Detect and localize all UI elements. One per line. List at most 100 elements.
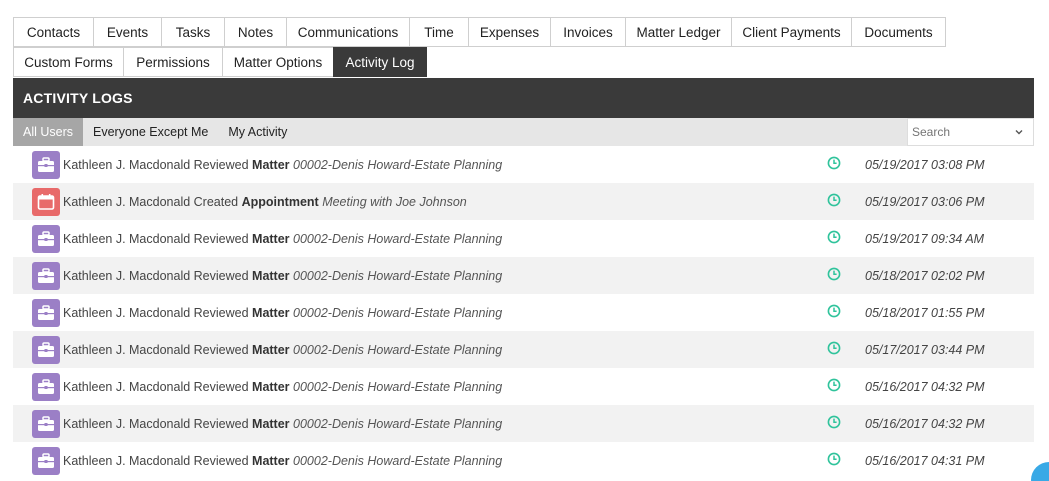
- log-user: Kathleen J. Macdonald: [63, 416, 191, 431]
- briefcase-icon: [32, 373, 60, 401]
- chevron-down-icon: [1015, 130, 1022, 135]
- log-entity-detail[interactable]: 00002-Denis Howard-Estate Planning: [293, 343, 502, 357]
- log-action: Reviewed: [193, 268, 249, 283]
- filter-my-activity[interactable]: My Activity: [218, 118, 297, 146]
- log-row[interactable]: Kathleen J. Macdonald Reviewed Matter 00…: [13, 257, 1034, 294]
- log-action: Reviewed: [193, 416, 249, 431]
- log-entity-detail[interactable]: 00002-Denis Howard-Estate Planning: [293, 417, 502, 431]
- log-timestamp: 05/18/2017 01:55 PM: [865, 305, 985, 320]
- log-timestamp: 05/19/2017 03:06 PM: [865, 194, 985, 209]
- log-description: Kathleen J. Macdonald Reviewed Matter 00…: [63, 306, 502, 320]
- log-action: Created: [193, 194, 239, 209]
- log-row[interactable]: Kathleen J. Macdonald Created Appointmen…: [13, 183, 1034, 220]
- panel-title: ACTIVITY LOGS: [13, 78, 1034, 118]
- tab-documents[interactable]: Documents: [851, 17, 946, 47]
- log-timestamp: 05/18/2017 02:02 PM: [865, 268, 985, 283]
- log-description: Kathleen J. Macdonald Reviewed Matter 00…: [63, 454, 502, 468]
- log-user: Kathleen J. Macdonald: [63, 194, 191, 209]
- log-timestamp: 05/19/2017 09:34 AM: [865, 231, 985, 246]
- clock-icon: [827, 193, 841, 210]
- log-entity-detail[interactable]: 00002-Denis Howard-Estate Planning: [293, 454, 502, 468]
- log-entity-detail[interactable]: 00002-Denis Howard-Estate Planning: [293, 158, 502, 172]
- log-entity-detail[interactable]: 00002-Denis Howard-Estate Planning: [293, 269, 502, 283]
- log-description: Kathleen J. Macdonald Reviewed Matter 00…: [63, 380, 502, 394]
- tab-custom-forms[interactable]: Custom Forms: [13, 47, 124, 77]
- log-entity-detail[interactable]: 00002-Denis Howard-Estate Planning: [293, 232, 502, 246]
- log-action: Reviewed: [193, 453, 249, 468]
- clock-icon: [827, 415, 841, 432]
- tab-contacts[interactable]: Contacts: [13, 17, 94, 47]
- tab-expenses[interactable]: Expenses: [468, 17, 551, 47]
- log-timestamp: 05/19/2017 03:08 PM: [865, 157, 985, 172]
- log-timestamp: 05/16/2017 04:32 PM: [865, 379, 985, 394]
- log-entity-detail[interactable]: Meeting with Joe Johnson: [322, 195, 467, 209]
- activity-log-list: Kathleen J. Macdonald Reviewed Matter 00…: [13, 146, 1034, 479]
- tab-time[interactable]: Time: [409, 17, 469, 47]
- log-entity-type: Matter: [252, 305, 290, 320]
- clock-icon: [827, 341, 841, 358]
- filter-everyone-except-me[interactable]: Everyone Except Me: [83, 118, 218, 146]
- tab-matter-options[interactable]: Matter Options: [222, 47, 334, 77]
- log-timestamp: 05/16/2017 04:31 PM: [865, 453, 985, 468]
- log-row[interactable]: Kathleen J. Macdonald Reviewed Matter 00…: [13, 294, 1034, 331]
- tab-activity-log[interactable]: Activity Log: [333, 47, 427, 77]
- briefcase-icon: [32, 299, 60, 327]
- briefcase-icon: [32, 225, 60, 253]
- tab-bar-primary: Contacts Events Tasks Notes Communicatio…: [13, 17, 946, 47]
- tab-invoices[interactable]: Invoices: [550, 17, 626, 47]
- clock-icon: [827, 378, 841, 395]
- log-row[interactable]: Kathleen J. Macdonald Reviewed Matter 00…: [13, 405, 1034, 442]
- log-row[interactable]: Kathleen J. Macdonald Reviewed Matter 00…: [13, 331, 1034, 368]
- calendar-icon: [32, 188, 60, 216]
- log-description: Kathleen J. Macdonald Created Appointmen…: [63, 195, 467, 209]
- tab-bar-secondary: Custom Forms Permissions Matter Options …: [13, 47, 427, 77]
- tab-permissions[interactable]: Permissions: [123, 47, 223, 77]
- log-entity-type: Matter: [252, 342, 290, 357]
- log-action: Reviewed: [193, 342, 249, 357]
- clock-icon: [827, 156, 841, 173]
- log-user: Kathleen J. Macdonald: [63, 268, 191, 283]
- tab-communications[interactable]: Communications: [286, 17, 410, 47]
- clock-icon: [827, 304, 841, 321]
- log-row[interactable]: Kathleen J. Macdonald Reviewed Matter 00…: [13, 442, 1034, 479]
- log-description: Kathleen J. Macdonald Reviewed Matter 00…: [63, 158, 502, 172]
- log-description: Kathleen J. Macdonald Reviewed Matter 00…: [63, 343, 502, 357]
- log-description: Kathleen J. Macdonald Reviewed Matter 00…: [63, 232, 502, 246]
- briefcase-icon: [32, 447, 60, 475]
- log-action: Reviewed: [193, 157, 249, 172]
- log-action: Reviewed: [193, 379, 249, 394]
- tab-matter-ledger[interactable]: Matter Ledger: [625, 17, 732, 47]
- log-entity-type: Matter: [252, 268, 290, 283]
- log-entity-type: Matter: [252, 157, 290, 172]
- log-entity-type: Matter: [252, 453, 290, 468]
- log-entity-type: Matter: [252, 231, 290, 246]
- briefcase-icon: [32, 410, 60, 438]
- log-action: Reviewed: [193, 231, 249, 246]
- log-timestamp: 05/17/2017 03:44 PM: [865, 342, 985, 357]
- clock-icon: [827, 452, 841, 469]
- search-input[interactable]: [907, 118, 1005, 146]
- log-entity-type: Appointment: [241, 194, 319, 209]
- tab-notes[interactable]: Notes: [224, 17, 287, 47]
- clock-icon: [827, 267, 841, 284]
- log-row[interactable]: Kathleen J. Macdonald Reviewed Matter 00…: [13, 220, 1034, 257]
- log-user: Kathleen J. Macdonald: [63, 305, 191, 320]
- log-description: Kathleen J. Macdonald Reviewed Matter 00…: [63, 417, 502, 431]
- filter-bar: All Users Everyone Except Me My Activity: [13, 118, 1034, 146]
- filter-all-users[interactable]: All Users: [13, 118, 84, 146]
- briefcase-icon: [32, 262, 60, 290]
- search-dropdown-toggle[interactable]: [1004, 118, 1034, 146]
- log-user: Kathleen J. Macdonald: [63, 342, 191, 357]
- clock-icon: [827, 230, 841, 247]
- log-row[interactable]: Kathleen J. Macdonald Reviewed Matter 00…: [13, 146, 1034, 183]
- log-action: Reviewed: [193, 305, 249, 320]
- log-user: Kathleen J. Macdonald: [63, 379, 191, 394]
- log-timestamp: 05/16/2017 04:32 PM: [865, 416, 985, 431]
- tab-tasks[interactable]: Tasks: [161, 17, 225, 47]
- tab-events[interactable]: Events: [93, 17, 162, 47]
- log-entity-detail[interactable]: 00002-Denis Howard-Estate Planning: [293, 380, 502, 394]
- log-row[interactable]: Kathleen J. Macdonald Reviewed Matter 00…: [13, 368, 1034, 405]
- log-entity-detail[interactable]: 00002-Denis Howard-Estate Planning: [293, 306, 502, 320]
- tab-client-payments[interactable]: Client Payments: [731, 17, 852, 47]
- briefcase-icon: [32, 151, 60, 179]
